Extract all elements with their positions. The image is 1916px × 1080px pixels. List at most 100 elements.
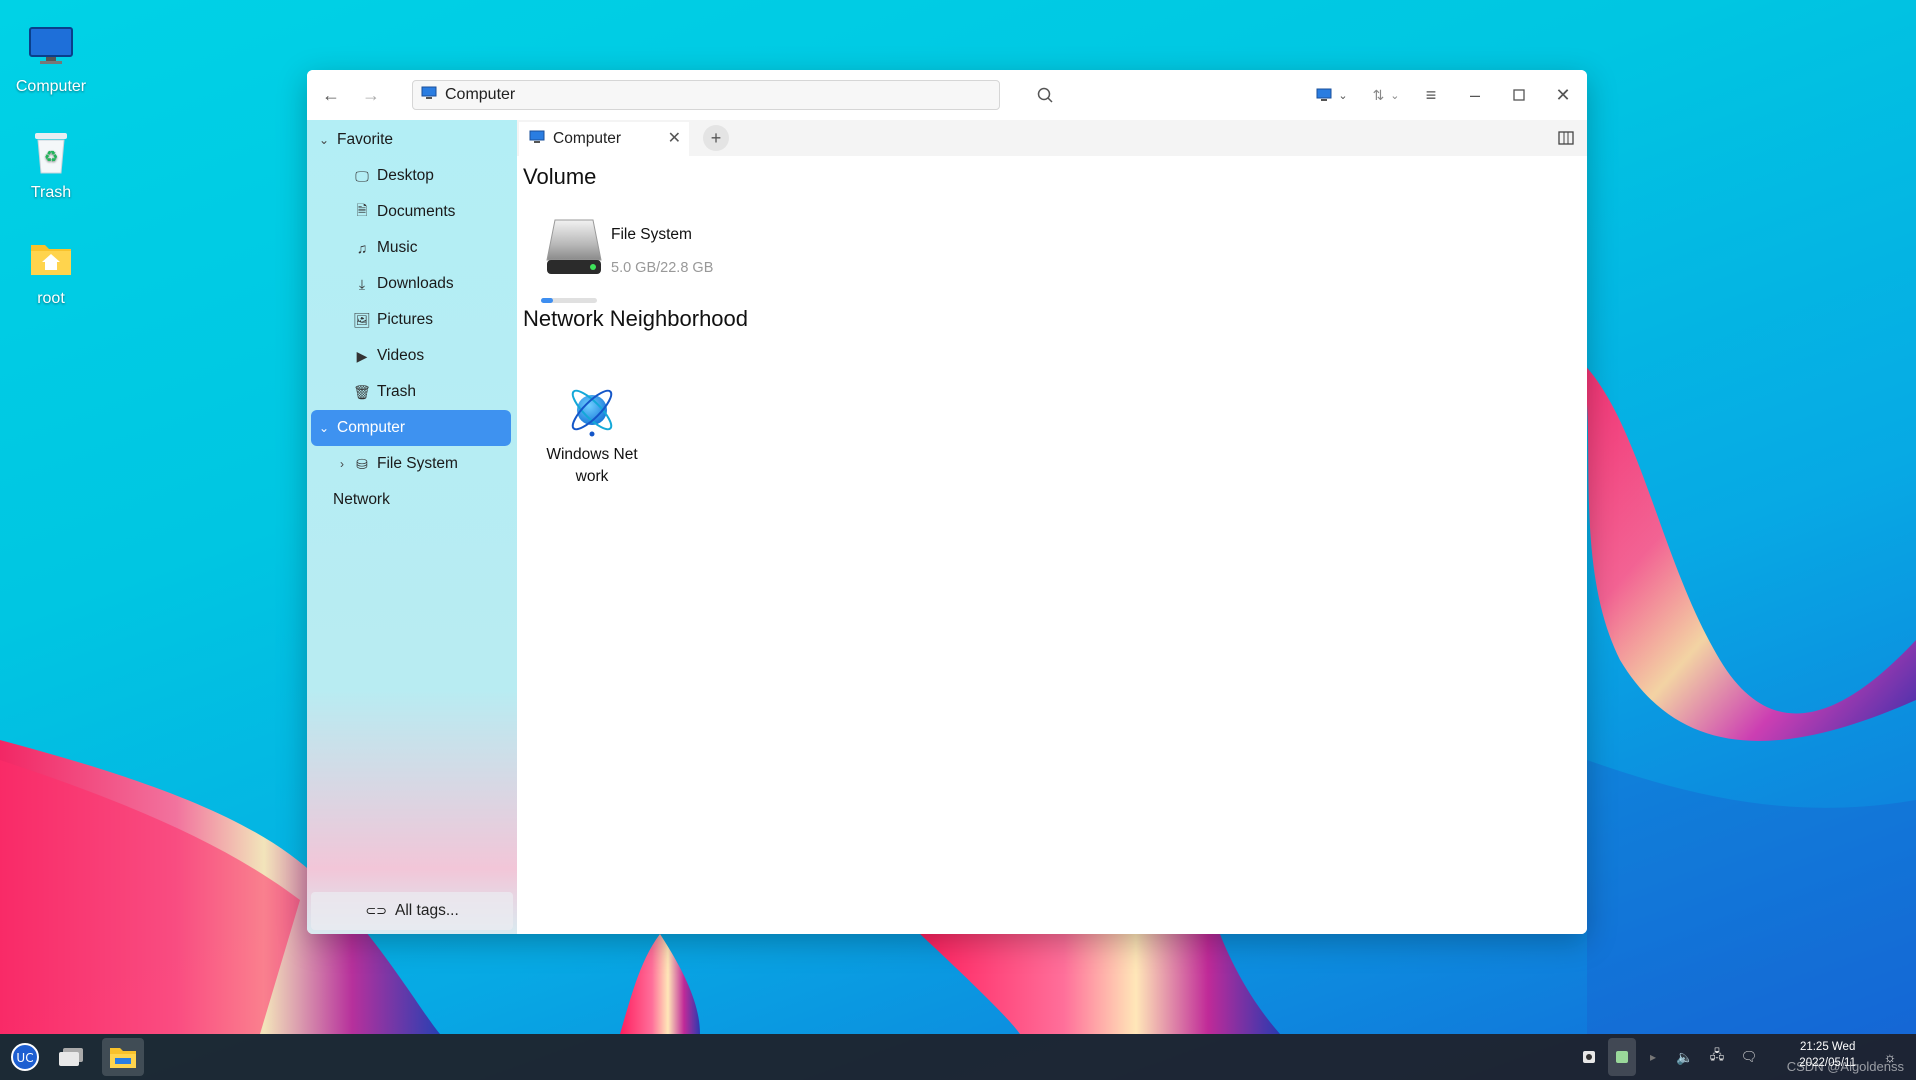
sidebar-item-label: Network — [333, 491, 390, 508]
view-mode-button[interactable]: ⌄ — [1307, 75, 1357, 115]
sidebar-item-downloads[interactable]: ⤓ Downloads — [311, 266, 511, 302]
volume-name: File System — [611, 226, 692, 243]
computer-icon — [421, 86, 437, 105]
maximize-button[interactable] — [1499, 75, 1539, 115]
sidebar-item-computer[interactable]: ⌄ Computer — [311, 410, 511, 446]
network-label-line2: work — [575, 468, 609, 485]
launcher-icon: UC — [11, 1043, 39, 1071]
desktop-icon: 🖵 — [355, 167, 369, 184]
menu-button[interactable]: ≡ — [1411, 75, 1451, 115]
windows-network-item[interactable]: Windows Net work — [537, 384, 647, 488]
taskbar-file-manager[interactable] — [102, 1038, 144, 1076]
trash-icon: ♻ — [1, 124, 101, 180]
address-text: Computer — [445, 86, 516, 103]
sidebar-item-videos[interactable]: ▶ Videos — [311, 338, 511, 374]
minimize-button[interactable]: – — [1455, 75, 1495, 115]
tray-screenshot-icon[interactable] — [1578, 1038, 1600, 1076]
desktop-icon-root[interactable]: root — [1, 230, 101, 308]
split-view-button[interactable] — [1555, 127, 1577, 149]
computer-icon — [529, 130, 545, 149]
volume-item[interactable]: File System 5.0 GB/22.8 GB — [537, 216, 737, 306]
search-button[interactable] — [1025, 75, 1065, 115]
sidebar-item-label: Music — [377, 239, 418, 256]
network-heading: Network Neighborhood — [523, 306, 749, 331]
sidebar-item-filesystem[interactable]: › ⛁ File System — [311, 446, 511, 482]
titlebar: ← → Computer ⌄ ⇅ ⌄ ≡ – ✕ — [307, 70, 1587, 120]
all-tags-button[interactable]: ⊂⊃ All tags... — [311, 892, 513, 930]
chevron-down-icon: ⌄ — [318, 133, 330, 147]
content-area: Volume File System 5.0 GB/22.8 GB Networ… — [517, 156, 1587, 934]
tab-label: Computer — [553, 130, 622, 147]
desktop-icon-label: root — [37, 290, 65, 307]
sidebar-item-label: Downloads — [377, 275, 454, 292]
sidebar-item-network[interactable]: Network — [311, 482, 511, 518]
pictures-icon: 🖼 — [353, 311, 371, 328]
desktop-icon-label: Computer — [15, 78, 87, 95]
sort-button[interactable]: ⇅ ⌄ — [1361, 75, 1411, 115]
plus-icon: + — [710, 127, 722, 148]
volume-usage-bar — [541, 298, 597, 303]
sidebar-item-label: Desktop — [377, 167, 434, 184]
file-manager-window: ← → Computer ⌄ ⇅ ⌄ ≡ – ✕ ⌄ Favorite 🖵 De… — [307, 70, 1587, 934]
minimize-icon: – — [1469, 84, 1480, 105]
tag-icon: ⊂⊃ — [365, 903, 388, 918]
notification-icon[interactable]: 🗨 — [1738, 1038, 1760, 1076]
trash-icon: 🗑 — [353, 383, 371, 400]
svg-text:♻: ♻ — [44, 149, 58, 166]
tray-app-icon[interactable] — [1608, 1038, 1636, 1076]
chevron-right-icon: › — [340, 457, 344, 471]
chevron-down-icon: ⌄ — [1338, 89, 1348, 102]
network-label-line1: Windows Net — [546, 446, 638, 463]
chevron-down-icon: ⌄ — [1390, 89, 1400, 102]
multitask-view-button[interactable] — [54, 1038, 88, 1076]
volume-icon[interactable]: 🔈 — [1674, 1038, 1696, 1076]
address-bar[interactable]: Computer — [412, 80, 1000, 110]
sidebar-group-favorite[interactable]: ⌄ Favorite — [311, 122, 511, 158]
launcher-button[interactable]: UC — [8, 1038, 42, 1076]
videos-icon: ▶ — [356, 347, 368, 364]
sidebar-item-label: Trash — [377, 383, 417, 400]
sidebar-item-music[interactable]: ♫ Music — [311, 230, 511, 266]
icon-view-icon — [1316, 88, 1332, 101]
hard-drive-icon — [543, 216, 605, 285]
volume-usage-fill — [541, 298, 554, 303]
sidebar-item-label: Pictures — [377, 311, 433, 328]
network-status-icon[interactable]: 🖧 — [1706, 1038, 1728, 1076]
file-manager-icon — [110, 1048, 136, 1068]
close-tab-icon[interactable]: ✕ — [668, 128, 681, 148]
multitask-icon — [59, 1048, 83, 1066]
search-icon — [1037, 87, 1053, 103]
home-folder-icon — [1, 230, 101, 286]
svg-text:UC: UC — [16, 1051, 33, 1065]
windows-network-label: Windows Net work — [537, 444, 647, 488]
volume-heading: Volume — [523, 164, 597, 189]
sidebar-item-label: File System — [377, 455, 458, 472]
tab-bar: Computer ✕ + — [517, 120, 1587, 156]
sidebar-item-label: Documents — [377, 203, 456, 220]
computer-icon — [1, 18, 101, 74]
sidebar-item-pictures[interactable]: 🖼 Pictures — [311, 302, 511, 338]
close-button[interactable]: ✕ — [1543, 75, 1583, 115]
clock-time: 21:25 Wed — [1799, 1041, 1856, 1053]
desktop-icon-trash[interactable]: ♻ Trash — [1, 124, 101, 202]
tray-expand-icon[interactable]: ▸ — [1644, 1038, 1662, 1076]
back-button[interactable]: ← — [311, 75, 351, 115]
tab-computer[interactable]: Computer ✕ — [519, 122, 689, 156]
taskbar: UC ▸ 🔈 🖧 🗨 21:25 Wed 2022/05/11 ☼ CSDN @… — [0, 1034, 1916, 1080]
drive-icon: ⛁ — [356, 455, 368, 472]
maximize-icon — [1513, 89, 1525, 101]
close-icon: ✕ — [1555, 84, 1571, 105]
arrow-right-icon: → — [362, 84, 380, 105]
sidebar-item-label: Videos — [377, 347, 425, 364]
arrow-left-icon: ← — [322, 84, 340, 105]
sidebar-item-desktop[interactable]: 🖵 Desktop — [311, 158, 511, 194]
desktop-icon-computer[interactable]: Computer — [1, 18, 101, 96]
sidebar-item-documents[interactable]: 🗎 Documents — [311, 194, 511, 230]
forward-button[interactable]: → — [351, 75, 391, 115]
watermark: CSDN @Algoldenss — [1786, 1059, 1904, 1074]
network-globe-icon — [537, 384, 647, 440]
sidebar-item-label: Computer — [337, 419, 406, 436]
sidebar-item-trash[interactable]: 🗑 Trash — [311, 374, 511, 410]
new-tab-button[interactable]: + — [703, 125, 729, 151]
chevron-down-icon: ⌄ — [318, 421, 330, 435]
